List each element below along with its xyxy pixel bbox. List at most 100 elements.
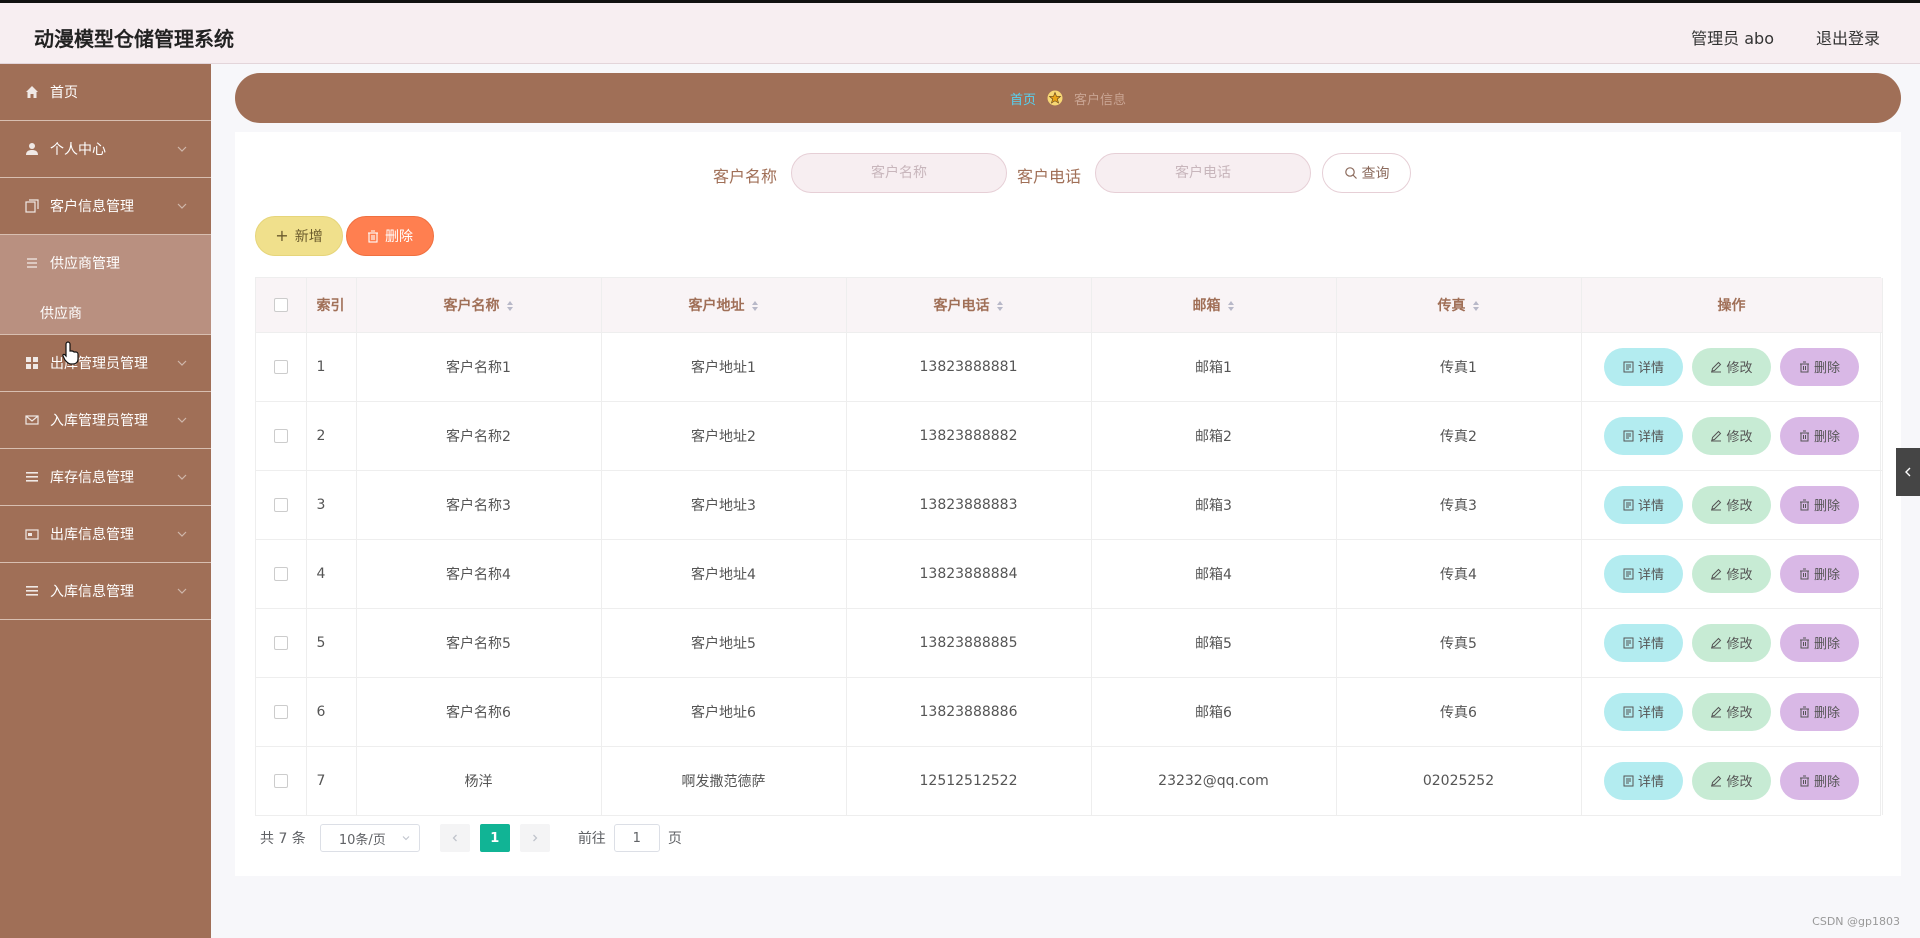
table-row: 6 客户名称6 客户地址6 13823888886 邮箱6 传真6 详情 修改 删除	[256, 677, 1883, 746]
sidebar-item-label: 库存信息管理	[50, 470, 134, 486]
sidebar-item-label: 入库信息管理	[50, 584, 134, 600]
row-checkbox[interactable]	[273, 773, 288, 788]
edit-button-label: 修改	[1726, 361, 1753, 376]
query-button-label: 查询	[1361, 166, 1390, 182]
sidebar-item-outbound-admin[interactable]: 出库管理员管理	[0, 335, 211, 392]
sidebar-item-label: 供应商管理	[50, 256, 120, 272]
sidebar-subitem-supplier[interactable]: 供应商	[0, 291, 211, 335]
add-button[interactable]: + 新增	[255, 216, 343, 256]
document-icon	[1623, 499, 1634, 510]
row-checkbox[interactable]	[273, 428, 288, 443]
select-all-checkbox[interactable]	[273, 297, 288, 312]
cell-name: 杨洋	[356, 746, 602, 815]
column-header-label: 邮箱	[1192, 297, 1221, 314]
delete-button[interactable]: 删除	[1780, 623, 1859, 662]
delete-button[interactable]: 删除	[1780, 761, 1859, 800]
detail-button[interactable]: 详情	[1604, 416, 1683, 455]
document-icon	[1623, 361, 1634, 372]
cell-fax: 传真1	[1336, 332, 1582, 401]
sidebar-item-inbound-admin[interactable]: 入库管理员管理	[0, 392, 211, 449]
row-checkbox[interactable]	[273, 635, 288, 650]
customer-phone-label: 客户电话	[1017, 167, 1082, 186]
sidebar-item-profile[interactable]: 个人中心	[0, 121, 211, 178]
edit-button[interactable]: 修改	[1692, 485, 1771, 524]
sidebar-item-inbound-info[interactable]: 入库信息管理	[0, 563, 211, 620]
cell-index: 5	[306, 608, 357, 677]
row-select-cell	[256, 608, 307, 677]
sort-icon	[1472, 300, 1479, 311]
sidebar-item-customer[interactable]: 客户信息管理	[0, 178, 211, 235]
delete-button-label: 删除	[1813, 430, 1840, 445]
page-number-1[interactable]: 1	[479, 824, 510, 852]
star-icon	[1046, 89, 1064, 107]
edit-button[interactable]: 修改	[1692, 554, 1771, 593]
cell-name: 客户名称3	[356, 470, 602, 539]
goto-label: 前往	[577, 831, 606, 847]
sidebar-item-home[interactable]: 首页	[0, 64, 211, 121]
query-button[interactable]: 查询	[1322, 153, 1411, 193]
cell-actions: 详情 修改 删除	[1581, 332, 1883, 401]
breadcrumb-home-link[interactable]: 首页	[1010, 89, 1036, 108]
detail-button-label: 详情	[1637, 775, 1664, 791]
detail-button-label: 详情	[1637, 706, 1664, 721]
edit-button[interactable]: 修改	[1692, 761, 1771, 800]
row-checkbox[interactable]	[273, 497, 288, 512]
trash-icon	[1799, 706, 1809, 717]
row-checkbox[interactable]	[273, 359, 288, 374]
detail-button[interactable]: 详情	[1604, 485, 1683, 524]
logout-link[interactable]: 退出登录	[1816, 25, 1880, 49]
cell-index: 3	[306, 470, 357, 539]
sidebar-item-outbound-info[interactable]: 出库信息管理	[0, 506, 211, 563]
edit-button[interactable]: 修改	[1692, 347, 1771, 386]
delete-button[interactable]: 删除	[1780, 416, 1859, 455]
delete-button[interactable]: 删除	[1780, 347, 1859, 386]
detail-button[interactable]: 详情	[1604, 623, 1683, 662]
sort-icon	[751, 300, 758, 311]
user-icon	[24, 141, 40, 157]
watermark: CSDN @gp1803	[1812, 915, 1900, 928]
row-select-cell	[256, 470, 307, 539]
document-icon	[1623, 568, 1634, 579]
sidebar-item-supplier[interactable]: 供应商管理	[0, 235, 211, 291]
cell-address: 客户地址1	[601, 332, 847, 401]
delete-button-label: 删除	[1813, 361, 1840, 376]
table-row: 5 客户名称5 客户地址5 13823888885 邮箱5 传真5 详情 修改 删除	[256, 608, 1883, 677]
edit-button[interactable]: 修改	[1692, 416, 1771, 455]
cell-name: 客户名称6	[356, 677, 602, 746]
delete-button[interactable]: 删除	[1780, 692, 1859, 731]
prev-page-button[interactable]	[439, 824, 470, 852]
sidebar-item-label: 客户信息管理	[50, 199, 134, 215]
column-header-actions: 操作	[1581, 278, 1883, 332]
cell-actions: 详情 修改 删除	[1581, 539, 1883, 608]
sidebar-item-inventory[interactable]: 库存信息管理	[0, 449, 211, 506]
breadcrumb-current: 客户信息	[1074, 92, 1127, 108]
page-size-select[interactable]: 10条/页	[319, 824, 420, 852]
column-header-name[interactable]: 客户名称	[356, 278, 602, 332]
column-header-address[interactable]: 客户地址	[601, 278, 847, 332]
side-panel-toggle[interactable]	[1896, 448, 1920, 496]
column-header-fax[interactable]: 传真	[1336, 278, 1582, 332]
goto-page-input[interactable]	[613, 824, 660, 852]
edit-button-label: 修改	[1726, 499, 1753, 514]
cell-email: 邮箱5	[1091, 608, 1337, 677]
delete-button[interactable]: 删除	[1780, 554, 1859, 593]
next-page-button[interactable]	[519, 824, 550, 852]
detail-button[interactable]: 详情	[1604, 347, 1683, 386]
customer-name-input[interactable]	[791, 153, 1007, 193]
cell-fax: 传真5	[1336, 608, 1582, 677]
detail-button[interactable]: 详情	[1604, 554, 1683, 593]
trash-icon	[1799, 361, 1809, 372]
edit-button[interactable]: 修改	[1692, 692, 1771, 731]
row-checkbox[interactable]	[273, 566, 288, 581]
grid-icon	[24, 355, 40, 371]
column-header-phone[interactable]: 客户电话	[846, 278, 1092, 332]
delete-button-label: 删除	[1813, 637, 1840, 652]
row-checkbox[interactable]	[273, 704, 288, 719]
delete-button[interactable]: 删除	[1780, 485, 1859, 524]
detail-button[interactable]: 详情	[1604, 761, 1683, 800]
bulk-delete-button[interactable]: 删除	[346, 216, 434, 256]
column-header-email[interactable]: 邮箱	[1091, 278, 1337, 332]
detail-button[interactable]: 详情	[1604, 692, 1683, 731]
customer-phone-input[interactable]	[1095, 153, 1311, 193]
edit-button[interactable]: 修改	[1692, 623, 1771, 662]
